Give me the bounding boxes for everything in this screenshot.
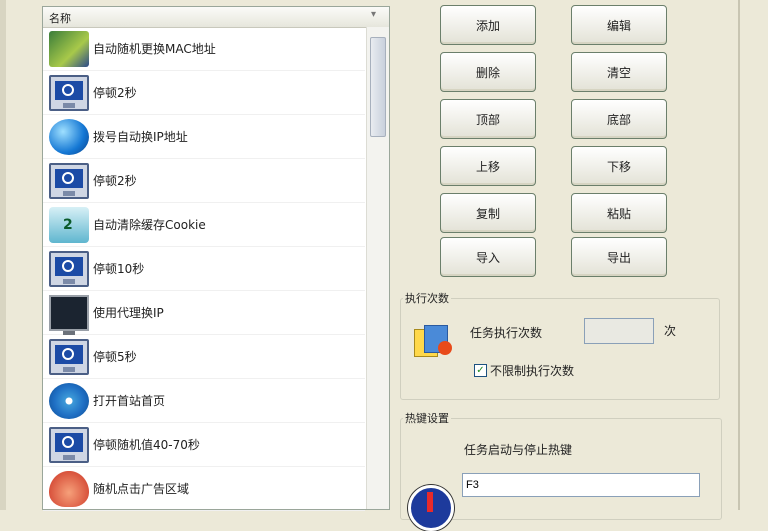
hotkey-group-title: 热键设置 [403,410,451,426]
list-item[interactable]: 停顿2秒 [43,159,365,203]
hotkey-label: 任务启动与停止热键 [464,443,573,457]
add-button[interactable]: 添加 [440,5,536,45]
list-item[interactable]: 自动随机更换MAC地址 [43,27,365,71]
bottom-button[interactable]: 底部 [571,99,667,139]
list-item[interactable]: 停顿10秒 [43,247,365,291]
list-item-label: 停顿10秒 [93,262,145,276]
list-header[interactable]: 名称 ▾ [43,7,389,28]
stop-sign-icon [408,485,454,531]
list-item[interactable]: 使用代理换IP [43,291,365,335]
monitor-clock-icon [49,74,89,111]
network-card-icon [49,30,89,67]
column-name-header[interactable]: 名称 [49,10,71,26]
list-item[interactable]: 打开首站首页 [43,379,365,423]
hotkey-input[interactable] [462,473,700,497]
exec-count-input[interactable] [584,318,654,344]
window-edge [0,0,6,510]
export-button[interactable]: 导出 [571,237,667,277]
move-up-button[interactable]: 上移 [440,146,536,186]
top-button[interactable]: 顶部 [440,99,536,139]
screen-icon [49,294,89,335]
window-edge [738,0,740,510]
cookie-cleaner-icon [49,206,89,243]
list-item-label: 停顿2秒 [93,174,137,188]
monitor-clock-icon [49,250,89,287]
scrollbar-thumb[interactable] [370,37,386,137]
list-item[interactable]: 随机点击广告区域 [43,467,365,511]
monitor-clock-icon [49,338,89,375]
mouse-icon [49,470,89,507]
delete-button[interactable]: 删除 [440,52,536,92]
import-button[interactable]: 导入 [440,237,536,277]
paste-button[interactable]: 粘贴 [571,193,667,233]
unlimited-exec-label[interactable]: 不限制执行次数 [490,362,574,379]
move-down-button[interactable]: 下移 [571,146,667,186]
list-item-label: 打开首站首页 [93,394,166,408]
list-item-label: 停顿随机值40-70秒 [93,438,200,452]
header-chevron-icon: ▾ [371,9,377,20]
unlimited-exec-checkbox[interactable]: ✓ [474,364,487,377]
exec-count-label: 任务执行次数 [470,326,543,340]
list-item[interactable]: 停顿5秒 [43,335,365,379]
monitor-clock-icon [49,162,89,199]
clear-button[interactable]: 清空 [571,52,667,92]
list-item-label: 随机点击广告区域 [93,482,190,496]
list-item-label: 使用代理换IP [93,306,164,320]
list-item-label: 停顿2秒 [93,86,137,100]
list-item-label: 自动清除缓存Cookie [93,218,206,232]
list-scrollbar[interactable] [366,27,389,509]
list-item[interactable]: 自动清除缓存Cookie [43,203,365,247]
task-list[interactable]: 名称 ▾ 自动随机更换MAC地址 停顿2秒 拨号自动换IP地址 停顿2秒 自动清… [42,6,390,511]
list-item[interactable]: 停顿随机值40-70秒 [43,423,365,467]
globe-icon [49,118,89,155]
task-app-icon [410,323,454,363]
disc-icon [49,382,89,419]
monitor-clock-icon [49,426,89,463]
task-rows: 自动随机更换MAC地址 停顿2秒 拨号自动换IP地址 停顿2秒 自动清除缓存Co… [43,27,365,511]
list-item[interactable]: 拨号自动换IP地址 [43,115,365,159]
list-item-label: 自动随机更换MAC地址 [93,42,216,56]
edit-button[interactable]: 编辑 [571,5,667,45]
exec-count-unit: 次 [664,324,677,338]
copy-button[interactable]: 复制 [440,193,536,233]
list-item[interactable]: 停顿2秒 [43,71,365,115]
list-item-label: 停顿5秒 [93,350,137,364]
exec-count-group-title: 执行次数 [403,290,451,306]
list-item-label: 拨号自动换IP地址 [93,130,188,144]
